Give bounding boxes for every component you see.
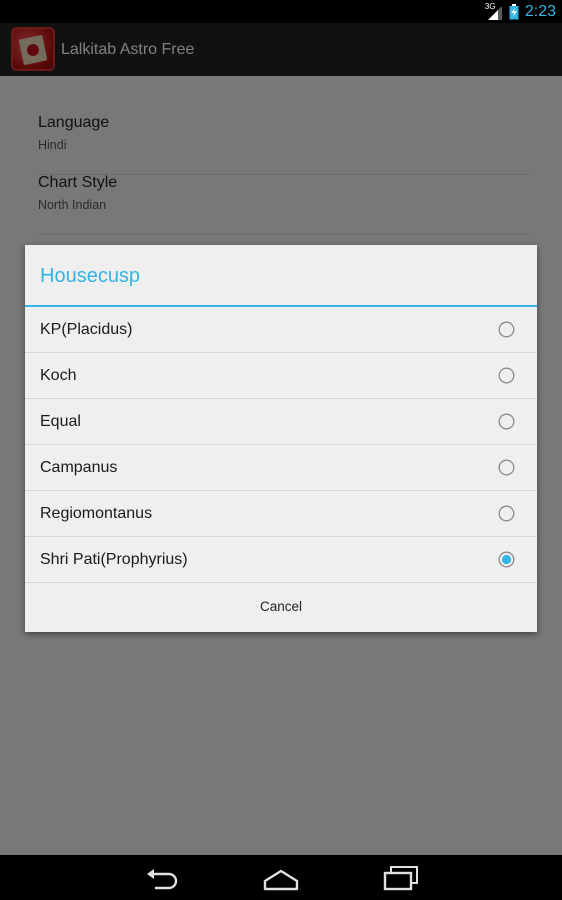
radio-unchecked-icon[interactable] — [498, 413, 515, 430]
option-label: KP(Placidus) — [40, 321, 133, 338]
housecusp-dialog: Housecusp KP(Placidus) Koch Equal Campan… — [25, 245, 537, 632]
option-regiomontanus[interactable]: Regiomontanus — [25, 491, 537, 537]
option-kp-placidus[interactable]: KP(Placidus) — [25, 307, 537, 353]
cancel-button[interactable]: Cancel — [25, 582, 537, 632]
radio-unchecked-icon[interactable] — [498, 459, 515, 476]
option-label: Shri Pati(Prophyrius) — [40, 551, 188, 568]
recent-apps-icon[interactable] — [381, 863, 421, 893]
option-campanus[interactable]: Campanus — [25, 445, 537, 491]
navigation-bar — [0, 855, 562, 900]
option-label: Equal — [40, 413, 81, 430]
status-bar: 3G 2:23 — [0, 0, 562, 23]
radio-unchecked-icon[interactable] — [498, 367, 515, 384]
radio-unchecked-icon[interactable] — [498, 321, 515, 338]
option-shri-pati[interactable]: Shri Pati(Prophyrius) — [25, 537, 537, 583]
battery-charging-icon — [509, 3, 519, 19]
dialog-title: Housecusp — [40, 265, 141, 287]
radio-checked-icon[interactable] — [498, 551, 515, 568]
network-type: 3G — [484, 1, 496, 11]
radio-unchecked-icon[interactable] — [498, 505, 515, 522]
option-label: Regiomontanus — [40, 505, 153, 522]
home-icon[interactable] — [261, 863, 301, 893]
back-icon[interactable] — [141, 863, 181, 893]
signal-icon: 3G — [484, 1, 503, 21]
option-label: Campanus — [40, 459, 118, 476]
option-koch[interactable]: Koch — [25, 353, 537, 399]
option-equal[interactable]: Equal — [25, 399, 537, 445]
option-label: Koch — [40, 367, 77, 384]
clock: 2:23 — [524, 2, 556, 20]
